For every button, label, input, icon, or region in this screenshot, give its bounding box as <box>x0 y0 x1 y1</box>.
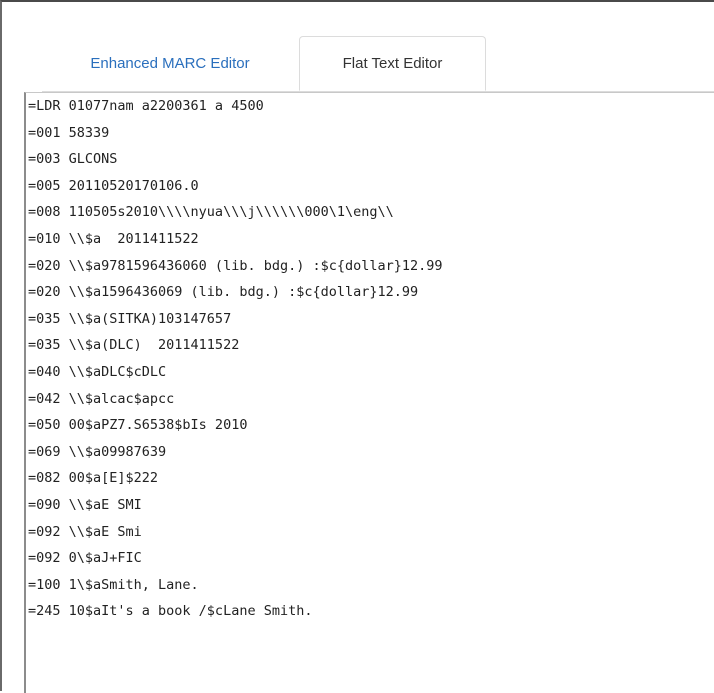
editor-tabs: Enhanced MARC Editor Flat Text Editor <box>42 36 714 92</box>
marc-line-020-b: =020 \\$a1596436069 (lib. bdg.) :$c{doll… <box>28 284 419 301</box>
tab-enhanced-marc-editor[interactable]: Enhanced MARC Editor <box>42 36 298 91</box>
marc-line-020-a: =020 \\$a9781596436060 (lib. bdg.) :$c{d… <box>28 257 443 274</box>
marc-line-010: =010 \\$a 2011411522 <box>28 230 199 247</box>
marc-line-003: =003 GLCONS <box>28 151 118 168</box>
marc-line-092-b: =092 0\$aJ+FIC <box>28 550 142 567</box>
editor-panel: Enhanced MARC Editor Flat Text Editor =L… <box>0 0 714 693</box>
marc-line-245: =245 10$aIt's a book /$cLane Smith. <box>28 603 313 620</box>
marc-line-008: =008 110505s2010\\\\nyua\\\j\\\\\\000\1\… <box>28 204 394 221</box>
marc-record-lines: =LDR 01077nam a2200361 a 4500 =001 58339… <box>26 93 714 625</box>
marc-line-ldr: =LDR 01077nam a2200361 a 4500 <box>28 98 264 114</box>
marc-line-040: =040 \\$aDLC$cDLC <box>28 363 167 380</box>
marc-line-005: =005 20110520170106.0 <box>28 177 199 194</box>
marc-line-092-a: =092 \\$aE Smi <box>28 523 142 540</box>
tabs-divider <box>42 91 714 92</box>
marc-line-035-a: =035 \\$a(SITKA)103147657 <box>28 310 232 327</box>
marc-line-050: =050 00$aPZ7.S6538$bIs 2010 <box>28 417 248 434</box>
tab-flat-text-editor[interactable]: Flat Text Editor <box>299 36 486 91</box>
marc-line-090: =090 \\$aE SMI <box>28 496 142 513</box>
marc-line-069: =069 \\$a09987639 <box>28 443 167 460</box>
flat-text-area[interactable]: =LDR 01077nam a2200361 a 4500 =001 58339… <box>24 92 714 693</box>
marc-line-100: =100 1\$aSmith, Lane. <box>28 576 199 593</box>
marc-line-042: =042 \\$alcac$apcc <box>28 390 175 407</box>
marc-line-001: =001 58339 <box>28 124 110 141</box>
marc-line-082: =082 00$a[E]$222 <box>28 470 159 487</box>
marc-line-035-b: =035 \\$a(DLC) 2011411522 <box>28 337 240 354</box>
